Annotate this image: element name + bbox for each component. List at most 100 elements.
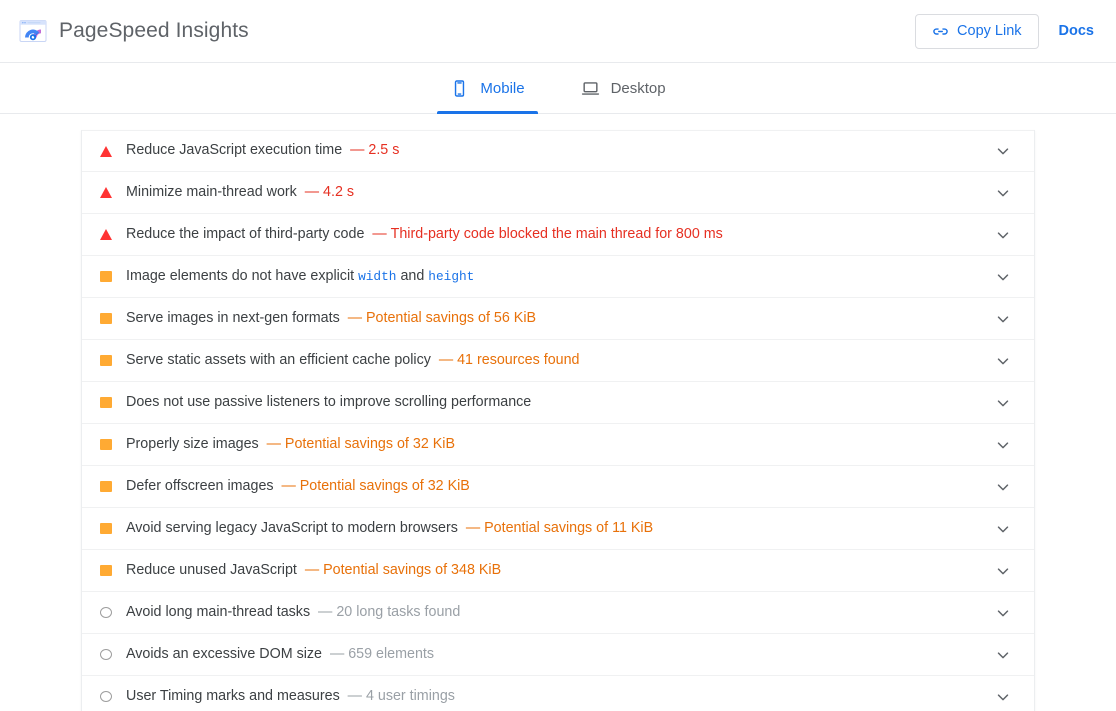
chevron-down-icon[interactable] bbox=[982, 226, 1012, 244]
chevron-down-icon[interactable] bbox=[982, 562, 1012, 580]
chevron-down-icon[interactable] bbox=[982, 184, 1012, 202]
audit-title: Avoid long main-thread tasks bbox=[126, 604, 310, 620]
audit-text: Avoid serving legacy JavaScript to moder… bbox=[126, 520, 982, 537]
chevron-down-icon bbox=[994, 436, 1012, 454]
audit-text: Does not use passive listeners to improv… bbox=[126, 394, 982, 411]
chevron-down-icon[interactable] bbox=[982, 436, 1012, 454]
chevron-down-icon[interactable] bbox=[982, 478, 1012, 496]
audit-title: Image elements do not have explicit bbox=[126, 268, 358, 284]
chevron-down-icon[interactable] bbox=[982, 394, 1012, 412]
audit-row[interactable]: Properly size images — Potential savings… bbox=[82, 424, 1034, 466]
audit-row[interactable]: Image elements do not have explicit widt… bbox=[82, 256, 1034, 298]
audit-row[interactable]: Does not use passive listeners to improv… bbox=[82, 382, 1034, 424]
audit-value: — Third-party code blocked the main thre… bbox=[364, 226, 722, 242]
desktop-laptop-icon bbox=[581, 79, 600, 98]
audit-value: — 2.5 s bbox=[342, 142, 399, 158]
audit-text: Avoid long main-thread tasks — 20 long t… bbox=[126, 604, 982, 621]
chevron-down-icon[interactable] bbox=[982, 352, 1012, 370]
audit-title-mid: and bbox=[396, 268, 428, 284]
pagespeed-logo-icon bbox=[18, 16, 48, 46]
chevron-down-icon bbox=[994, 520, 1012, 538]
chevron-down-icon bbox=[994, 688, 1012, 706]
orange-square-icon bbox=[100, 481, 112, 492]
audit-row[interactable]: Avoids an excessive DOM size — 659 eleme… bbox=[82, 634, 1034, 676]
audit-code-width: width bbox=[358, 269, 396, 284]
tab-desktop-label: Desktop bbox=[611, 80, 666, 97]
orange-square-icon bbox=[100, 313, 112, 324]
chevron-down-icon[interactable] bbox=[982, 688, 1012, 706]
tab-mobile[interactable]: Mobile bbox=[436, 63, 538, 113]
chevron-down-icon[interactable] bbox=[982, 268, 1012, 286]
audit-text: Defer offscreen images — Potential savin… bbox=[126, 478, 982, 495]
audit-row[interactable]: User Timing marks and measures — 4 user … bbox=[82, 676, 1034, 711]
audit-row[interactable]: Serve images in next-gen formats — Poten… bbox=[82, 298, 1034, 340]
audit-row[interactable]: Avoid long main-thread tasks — 20 long t… bbox=[82, 592, 1034, 634]
audit-text: Serve images in next-gen formats — Poten… bbox=[126, 310, 982, 327]
orange-square-icon bbox=[100, 439, 112, 450]
chevron-down-icon bbox=[994, 604, 1012, 622]
audit-text: User Timing marks and measures — 4 user … bbox=[126, 688, 982, 705]
audit-value: — 20 long tasks found bbox=[310, 604, 460, 620]
audit-code-height: height bbox=[428, 269, 474, 284]
gray-circle-icon bbox=[100, 691, 112, 702]
chevron-down-icon[interactable] bbox=[982, 310, 1012, 328]
orange-square-icon bbox=[100, 271, 112, 282]
audit-value: — 4 user timings bbox=[340, 688, 455, 704]
chevron-down-icon bbox=[994, 310, 1012, 328]
audit-row[interactable]: Reduce unused JavaScript — Potential sav… bbox=[82, 550, 1034, 592]
chevron-down-icon bbox=[994, 394, 1012, 412]
audit-value: — 4.2 s bbox=[297, 184, 354, 200]
chevron-down-icon[interactable] bbox=[982, 646, 1012, 664]
audit-row[interactable]: Minimize main-thread work — 4.2 s bbox=[82, 172, 1034, 214]
audit-row[interactable]: Serve static assets with an efficient ca… bbox=[82, 340, 1034, 382]
chevron-down-icon[interactable] bbox=[982, 142, 1012, 160]
audit-text: Minimize main-thread work — 4.2 s bbox=[126, 184, 982, 201]
audit-row[interactable]: Avoid serving legacy JavaScript to moder… bbox=[82, 508, 1034, 550]
audit-title: Avoids an excessive DOM size bbox=[126, 646, 322, 662]
docs-link[interactable]: Docs bbox=[1057, 19, 1096, 43]
audit-title: Does not use passive listeners to improv… bbox=[126, 394, 531, 410]
audit-value: — Potential savings of 11 KiB bbox=[458, 520, 653, 536]
audit-title: Reduce JavaScript execution time bbox=[126, 142, 342, 158]
audit-title: Serve images in next-gen formats bbox=[126, 310, 340, 326]
audit-value: — Potential savings of 32 KiB bbox=[259, 436, 455, 452]
orange-square-icon bbox=[100, 565, 112, 576]
content-area: Reduce JavaScript execution time — 2.5 s… bbox=[0, 114, 1116, 711]
chevron-down-icon[interactable] bbox=[982, 604, 1012, 622]
audit-text: Serve static assets with an efficient ca… bbox=[126, 352, 982, 369]
link-icon bbox=[932, 23, 949, 40]
red-triangle-icon bbox=[100, 146, 112, 157]
copy-link-button[interactable]: Copy Link bbox=[915, 14, 1038, 49]
chevron-down-icon bbox=[994, 142, 1012, 160]
audit-value: — 41 resources found bbox=[431, 352, 580, 368]
audit-text: Image elements do not have explicit widt… bbox=[126, 268, 982, 285]
chevron-down-icon bbox=[994, 184, 1012, 202]
audit-row[interactable]: Reduce JavaScript execution time — 2.5 s bbox=[82, 130, 1034, 172]
audit-value: — Potential savings of 32 KiB bbox=[274, 478, 470, 494]
form-factor-tabs: Mobile Desktop bbox=[0, 63, 1116, 114]
orange-square-icon bbox=[100, 523, 112, 534]
gray-circle-icon bbox=[100, 649, 112, 660]
gray-circle-icon bbox=[100, 607, 112, 618]
audit-text: Properly size images — Potential savings… bbox=[126, 436, 982, 453]
red-triangle-icon bbox=[100, 229, 112, 240]
audit-row[interactable]: Defer offscreen images — Potential savin… bbox=[82, 466, 1034, 508]
audit-text: Reduce JavaScript execution time — 2.5 s bbox=[126, 142, 982, 159]
chevron-down-icon bbox=[994, 226, 1012, 244]
audit-value: — Potential savings of 56 KiB bbox=[340, 310, 536, 326]
copy-link-label: Copy Link bbox=[957, 23, 1021, 39]
audit-text: Reduce unused JavaScript — Potential sav… bbox=[126, 562, 982, 579]
audit-row[interactable]: Reduce the impact of third-party code — … bbox=[82, 214, 1034, 256]
chevron-down-icon bbox=[994, 352, 1012, 370]
header-actions: Copy Link Docs bbox=[915, 14, 1096, 49]
audit-title: Serve static assets with an efficient ca… bbox=[126, 352, 431, 368]
chevron-down-icon bbox=[994, 268, 1012, 286]
app-title: PageSpeed Insights bbox=[59, 19, 249, 43]
audit-title: Avoid serving legacy JavaScript to moder… bbox=[126, 520, 458, 536]
mobile-phone-icon bbox=[450, 79, 469, 98]
app-header: PageSpeed Insights Copy Link Docs bbox=[0, 0, 1116, 63]
audit-value: — 659 elements bbox=[322, 646, 434, 662]
tab-desktop[interactable]: Desktop bbox=[567, 63, 680, 113]
tab-mobile-label: Mobile bbox=[480, 80, 524, 97]
chevron-down-icon[interactable] bbox=[982, 520, 1012, 538]
